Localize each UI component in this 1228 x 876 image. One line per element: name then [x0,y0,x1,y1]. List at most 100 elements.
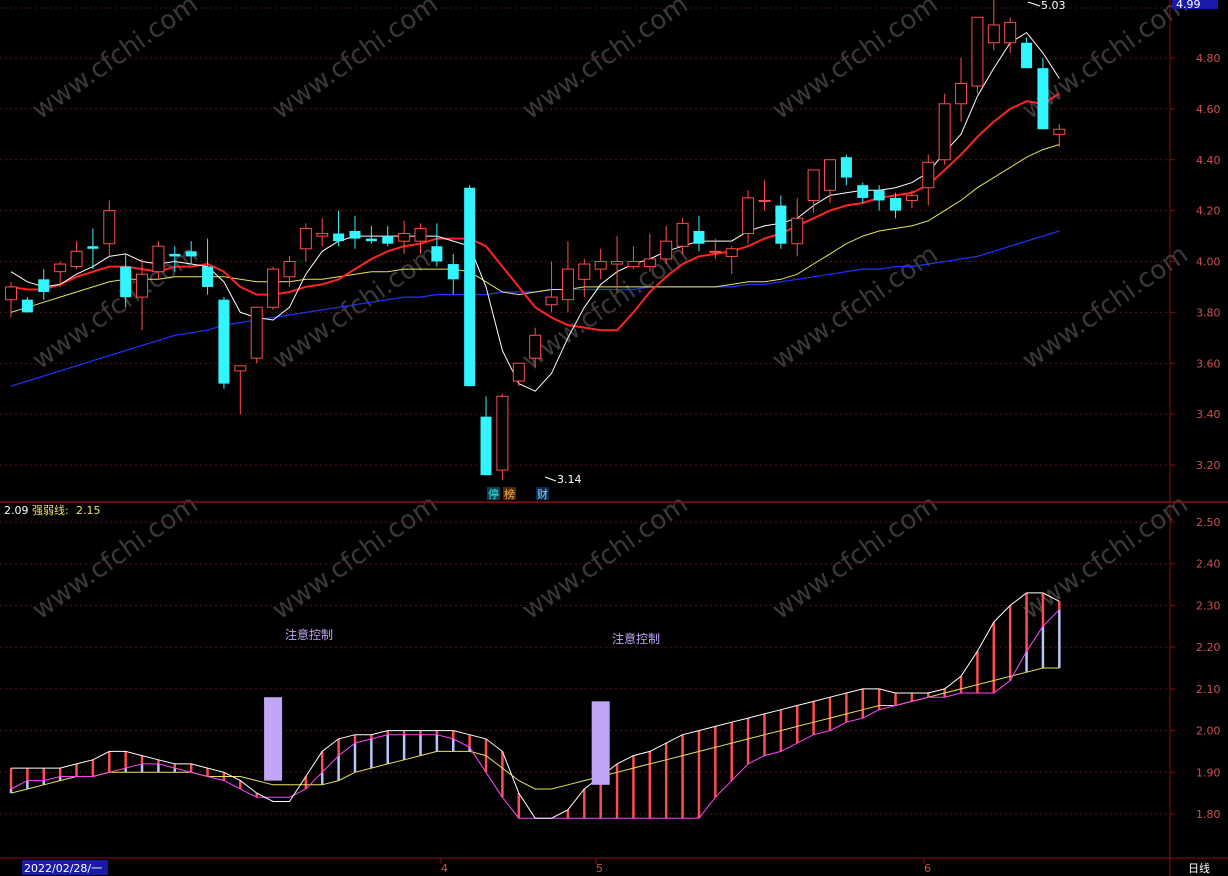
candle-body [660,240,673,260]
indicator-tick-label: 2.20 [1196,641,1221,654]
candle-body [709,250,722,253]
candle-body [987,24,1000,44]
candle-body [693,230,705,244]
month-marker: 4 [441,862,448,875]
candle-body [398,233,411,242]
candle-body [136,273,149,298]
candle-body [824,159,836,191]
candle-body [70,250,83,268]
candle-body [152,245,165,273]
attention-bar [264,697,283,781]
candle-body [938,103,951,161]
candle-body [267,268,280,308]
candle-body [840,157,852,178]
attention-label: 注意控制 [612,631,660,646]
candle-down [1037,58,1049,130]
candle-body [890,197,902,211]
candle-body [545,296,558,306]
candle-body [365,238,377,242]
candle-body [299,227,312,250]
candle-down [464,185,476,387]
candle-down [218,297,230,389]
date-start-label: 2022/02/28/一 [24,862,102,875]
candle-body [905,194,918,201]
candle-body [873,190,885,201]
candle-body [414,227,427,242]
indicator-name-value: 2.15 [76,504,101,517]
candle-body [480,416,492,476]
candle-body [627,261,640,268]
attention-bar [591,701,610,785]
candle-body [349,230,361,239]
candle-body [1053,128,1066,135]
price-tick-label: 3.20 [1196,459,1221,472]
candle-body [955,82,968,105]
candle-body [38,279,50,293]
price-tick-label: 4.20 [1196,205,1221,218]
candle-body [333,233,345,242]
candle-up [971,16,984,94]
candle-body [5,286,17,301]
candle-body [775,205,787,244]
candle-body [758,199,771,202]
indicator-header: 2.09 强弱线: 2.15 [4,503,101,517]
candle-body [120,266,132,298]
candle-body [1004,21,1017,44]
candle-body [561,268,574,301]
candle-body [971,16,984,87]
candle-body [218,299,230,384]
price-tick-label: 4.80 [1196,52,1221,65]
candle-up [496,393,509,481]
candle-body [447,264,459,280]
stock-chart: www.cfchi.com www.cfchi.com www.cfchi.com w… [0,0,1228,876]
candle-body [529,334,542,359]
month-marker: 6 [924,862,931,875]
candle-body [1021,42,1033,69]
candle-body [643,258,656,268]
candle-body [250,306,263,359]
high-label: 5.03 [1041,0,1066,12]
candle-body [496,395,509,471]
candle-body [21,299,33,313]
period-label[interactable]: 日线 [1188,861,1210,875]
candle-body [234,365,247,372]
candle-body [611,261,624,265]
candle-body [807,169,820,201]
candle-up [267,266,280,310]
event-tag-finance[interactable]: 财 [537,487,548,501]
candle-body [922,161,935,189]
indicator-tick-label: 2.00 [1196,725,1221,738]
indicator-tick-label: 2.30 [1196,599,1221,612]
candle-body [1037,68,1049,130]
current-price-label: 4.99 [1176,0,1201,11]
candle-body [103,210,116,245]
candle-body [169,253,181,257]
candle-body [742,197,755,235]
indicator-tick-label: 1.80 [1196,808,1221,821]
price-tick-label: 3.60 [1196,357,1221,370]
chart-background [0,0,1228,876]
indicator-name: 强弱线: [32,503,69,517]
candle-body [185,251,197,257]
candle-body [791,217,804,245]
low-label: 3.14 [557,473,582,486]
candle-body [676,222,689,247]
attention-label: 注意控制 [285,627,333,642]
candle-body [725,248,738,257]
price-tick-label: 3.40 [1196,408,1221,421]
price-tick-label: 4.40 [1196,154,1221,167]
candle-body [594,261,607,270]
candle-up [938,93,951,165]
month-marker: 5 [596,862,603,875]
event-tag-list[interactable]: 榜 [504,487,515,501]
candle-body [87,246,99,249]
candle-body [464,187,476,387]
candle-body [431,246,443,262]
event-tag-suspend[interactable]: 停 [488,487,499,501]
indicator-value: 2.09 [4,504,29,517]
indicator-tick-label: 2.10 [1196,683,1221,696]
candle-body [316,233,329,237]
indicator-tick-label: 2.40 [1196,558,1221,571]
candle-body [202,266,214,287]
price-tick-label: 4.60 [1196,103,1221,116]
